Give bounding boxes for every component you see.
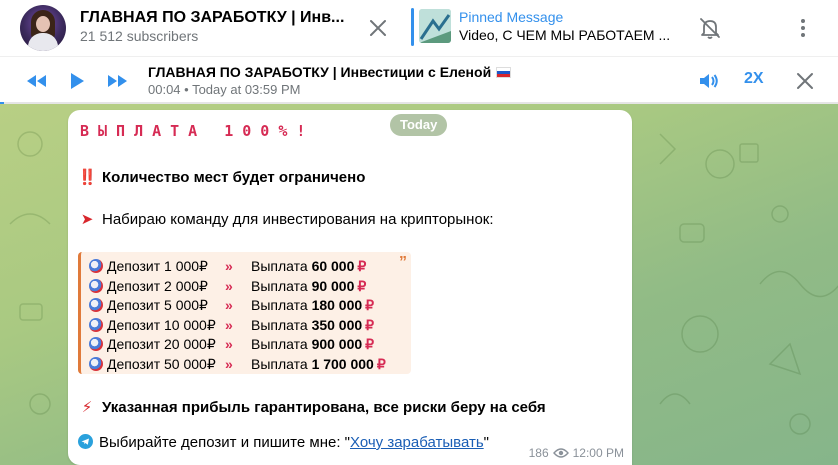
channel-title[interactable]: ГЛАВНАЯ ПО ЗАРАБОТКУ | Инв...: [80, 9, 350, 27]
payout-label: Выплата: [251, 277, 308, 294]
payout-amount: 60 000: [311, 258, 355, 274]
message-time: 12:00 PM: [572, 446, 624, 460]
chat-header: ГЛАВНАЯ ПО ЗАРАБОТКУ | Инв... 21 512 sub…: [0, 0, 838, 56]
deposit-amount: Депозит 50 000₽: [107, 355, 216, 372]
pinned-thumbnail[interactable]: [419, 9, 451, 43]
lightning-icon: ⚡: [81, 398, 93, 416]
payout-label: Выплата: [251, 297, 308, 313]
pinned-text[interactable]: Video, С ЧЕМ МЫ РАБОТАЕМ ...: [459, 27, 669, 43]
cta-link[interactable]: Хочу зарабатывать: [350, 434, 484, 451]
eye-icon: [552, 448, 569, 458]
message-meta: 186 12:00 PM: [529, 446, 624, 460]
double-arrow-icon: »: [225, 277, 233, 294]
payout-label: Выплата: [251, 258, 308, 274]
coin-icon: [89, 278, 103, 293]
subscriber-count: 21 512 subscribers: [80, 28, 199, 44]
team-recruit-line: ➤ Набираю команду для инвестирования на к…: [78, 210, 494, 228]
deposit-quote: ” Депозит 1 000₽» Выплата 60 000 ₽ Депозит …: [78, 252, 411, 374]
payout-label: Выплата: [251, 316, 308, 333]
message-bubble[interactable]: ВЫПЛАТА 100%! ‼️ Количество мест будет ог…: [68, 110, 632, 465]
message-headline: ВЫПЛАТА 100%!: [80, 122, 315, 140]
playback-speed-button[interactable]: 2X: [744, 70, 764, 88]
double-arrow-icon: »: [225, 316, 233, 333]
telegram-icon: [78, 434, 93, 449]
chat-area: ВЫПЛАТА 100%! ‼️ Количество мест будет ог…: [0, 104, 838, 465]
ruble-icon: ₽: [365, 316, 375, 333]
deposit-amount: Депозит 20 000₽: [107, 336, 216, 352]
ruble-icon: ₽: [357, 258, 367, 274]
close-icon[interactable]: [366, 16, 390, 40]
coin-icon: [89, 356, 103, 371]
payout-amount: 90 000: [311, 277, 355, 294]
deposit-row: Депозит 1 000₽ » Выплата 60 000 ₽: [89, 258, 366, 278]
coin-icon: [89, 317, 103, 332]
deposit-amount: Депозит 5 000₽: [107, 297, 208, 313]
volume-icon[interactable]: [696, 68, 722, 94]
ruble-icon: ₽: [365, 297, 375, 313]
ruble-icon: ₽: [376, 355, 386, 372]
date-pill: Today: [390, 114, 448, 136]
track-subtitle: 00:04 • Today at 03:59 PM: [148, 82, 301, 97]
deposit-row: Депозит 10 000₽ » Выплата 350 000 ₽: [89, 317, 374, 337]
coin-icon: [89, 259, 103, 273]
ruble-icon: ₽: [357, 277, 367, 294]
russia-flag-icon: [496, 67, 512, 78]
guarantee-line: ⚡ Указанная прибыль гарантирована, все ри…: [78, 398, 546, 416]
coin-icon: [89, 337, 103, 351]
more-vertical-icon[interactable]: [790, 15, 816, 41]
deposit-amount: Депозит 1 000₽: [107, 258, 208, 274]
rewind-icon[interactable]: [24, 68, 50, 94]
audio-player: ГЛАВНАЯ ПО ЗАРАБОТКУ | Инвестиции с Елен…: [0, 56, 838, 104]
deposit-row: Депозит 2 000₽ » Выплата 90 000 ₽: [89, 278, 366, 298]
deposit-row: Депозит 20 000₽ » Выплата 900 000 ₽: [89, 336, 374, 356]
double-arrow-icon: »: [225, 297, 233, 313]
mute-bell-icon[interactable]: [697, 15, 723, 41]
payout-amount: 1 700 000: [311, 355, 374, 372]
double-arrow-icon: »: [225, 258, 233, 274]
forward-icon[interactable]: [104, 68, 130, 94]
view-count: 186: [528, 446, 549, 460]
double-exclamation-icon: ‼️: [78, 168, 97, 186]
payout-label: Выплата: [251, 336, 308, 352]
limited-seats-line: ‼️ Количество мест будет ограничено: [78, 168, 366, 186]
arrow-right-icon: ➤: [80, 210, 94, 228]
deposit-row: Депозит 50 000₽ » Выплата 1 700 000 ₽: [89, 356, 386, 376]
payout-label: Выплата: [251, 355, 308, 372]
close-player-icon[interactable]: [792, 68, 818, 94]
track-title[interactable]: ГЛАВНАЯ ПО ЗАРАБОТКУ | Инвестиции с Елен…: [148, 64, 512, 80]
channel-avatar[interactable]: [20, 5, 66, 51]
payout-amount: 180 000: [311, 297, 363, 313]
ruble-icon: ₽: [365, 336, 375, 352]
deposit-amount: Депозит 10 000₽: [107, 316, 216, 333]
double-arrow-icon: »: [225, 355, 233, 372]
payout-amount: 350 000: [311, 316, 363, 333]
payout-amount: 900 000: [311, 336, 363, 352]
coin-icon: [89, 298, 103, 312]
double-arrow-icon: »: [225, 336, 233, 352]
pinned-label[interactable]: Pinned Message: [459, 9, 563, 25]
deposit-amount: Депозит 2 000₽: [107, 277, 208, 294]
pinned-indicator: [411, 8, 414, 46]
cta-line: Выбирайте депозит и пишите мне: "Хочу за…: [78, 434, 489, 451]
deposit-row: Депозит 5 000₽ » Выплата 180 000 ₽: [89, 297, 374, 317]
quote-mark-icon: ”: [399, 254, 407, 271]
play-icon[interactable]: [64, 68, 90, 94]
